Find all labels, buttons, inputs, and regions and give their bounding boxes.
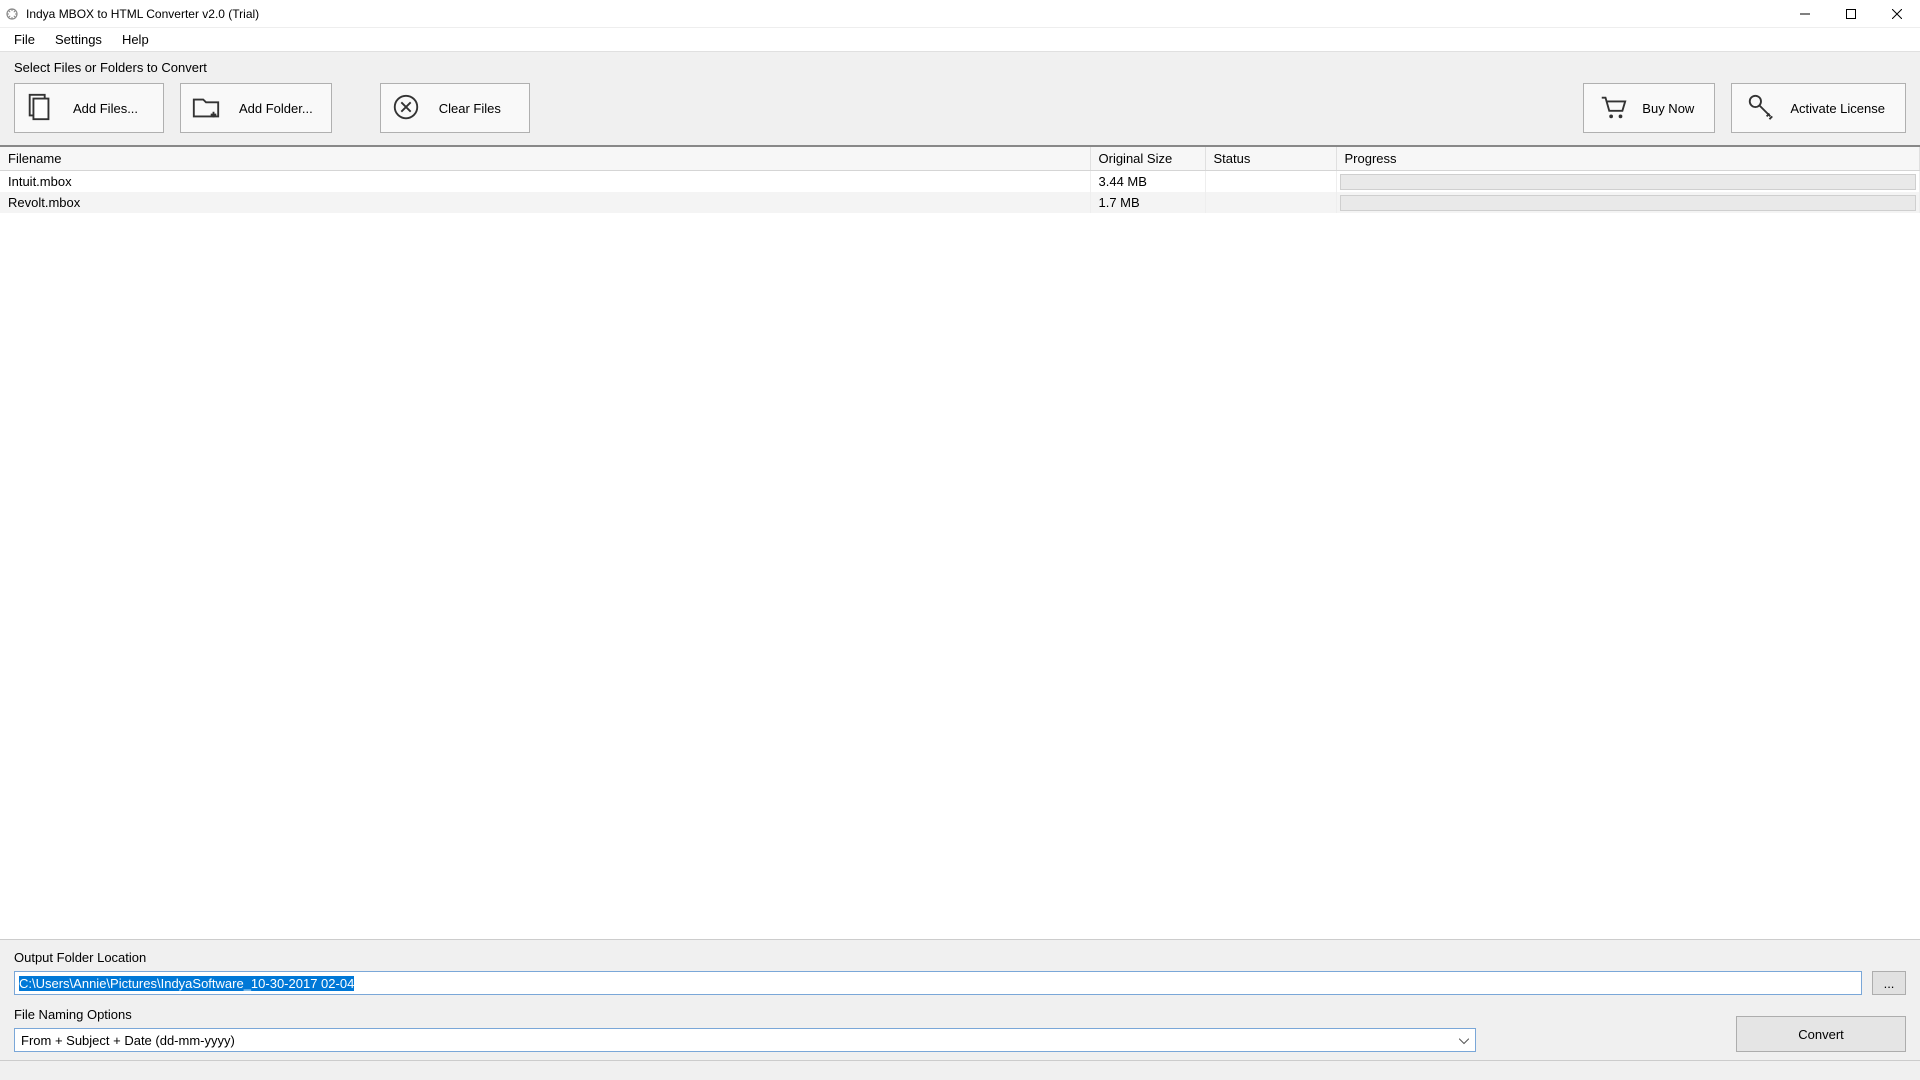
- app-icon: [4, 6, 20, 22]
- buy-now-button[interactable]: Buy Now: [1583, 83, 1715, 133]
- progress-bar: [1340, 195, 1917, 211]
- clear-files-label: Clear Files: [439, 101, 501, 116]
- col-original-size[interactable]: Original Size: [1090, 147, 1205, 171]
- naming-value: From + Subject + Date (dd-mm-yyyy): [21, 1033, 235, 1048]
- toolbar-panel: Select Files or Folders to Convert Add F…: [0, 52, 1920, 147]
- cell-filename: Revolt.mbox: [0, 192, 1090, 213]
- bottom-panel: Output Folder Location C:\Users\Annie\Pi…: [0, 939, 1920, 1060]
- maximize-button[interactable]: [1828, 0, 1874, 28]
- clear-files-button[interactable]: Clear Files: [380, 83, 530, 133]
- cell-progress: [1336, 171, 1920, 193]
- col-status[interactable]: Status: [1205, 147, 1336, 171]
- col-progress[interactable]: Progress: [1336, 147, 1920, 171]
- col-filename[interactable]: Filename: [0, 147, 1090, 171]
- cell-status: [1205, 192, 1336, 213]
- cell-size: 3.44 MB: [1090, 171, 1205, 193]
- table-row[interactable]: Revolt.mbox 1.7 MB: [0, 192, 1920, 213]
- statusbar: [0, 1060, 1920, 1080]
- buy-now-label: Buy Now: [1642, 101, 1694, 116]
- convert-button[interactable]: Convert: [1736, 1016, 1906, 1052]
- add-folder-label: Add Folder...: [239, 101, 313, 116]
- naming-dropdown[interactable]: From + Subject + Date (dd-mm-yyyy): [14, 1028, 1476, 1052]
- folder-add-icon: [191, 92, 221, 125]
- menubar: File Settings Help: [0, 28, 1920, 52]
- output-folder-label: Output Folder Location: [14, 950, 1906, 965]
- menu-help[interactable]: Help: [112, 30, 159, 49]
- minimize-button[interactable]: [1782, 0, 1828, 28]
- browse-label: ...: [1884, 976, 1895, 991]
- add-folder-button[interactable]: Add Folder...: [180, 83, 332, 133]
- files-icon: [25, 92, 55, 125]
- window-title: Indya MBOX to HTML Converter v2.0 (Trial…: [26, 7, 259, 21]
- output-folder-value: C:\Users\Annie\Pictures\IndyaSoftware_10…: [19, 976, 354, 991]
- file-table-area: Filename Original Size Status Progress I…: [0, 147, 1920, 939]
- menu-settings[interactable]: Settings: [45, 30, 112, 49]
- convert-label: Convert: [1798, 1027, 1844, 1042]
- titlebar: Indya MBOX to HTML Converter v2.0 (Trial…: [0, 0, 1920, 28]
- chevron-down-icon: [1459, 1033, 1469, 1048]
- key-icon: [1746, 92, 1776, 125]
- table-row[interactable]: Intuit.mbox 3.44 MB: [0, 171, 1920, 193]
- add-files-button[interactable]: Add Files...: [14, 83, 164, 133]
- activate-label: Activate License: [1790, 101, 1885, 116]
- cell-status: [1205, 171, 1336, 193]
- progress-bar: [1340, 174, 1917, 190]
- add-files-label: Add Files...: [73, 101, 138, 116]
- browse-button[interactable]: ...: [1872, 971, 1906, 995]
- naming-label: File Naming Options: [14, 1007, 1476, 1022]
- activate-license-button[interactable]: Activate License: [1731, 83, 1906, 133]
- close-button[interactable]: [1874, 0, 1920, 28]
- cart-icon: [1598, 92, 1628, 125]
- file-table: Filename Original Size Status Progress I…: [0, 147, 1920, 213]
- cell-filename: Intuit.mbox: [0, 171, 1090, 193]
- cell-size: 1.7 MB: [1090, 192, 1205, 213]
- cell-progress: [1336, 192, 1920, 213]
- toolbar-section-label: Select Files or Folders to Convert: [14, 60, 1906, 75]
- menu-file[interactable]: File: [4, 30, 45, 49]
- clear-icon: [391, 92, 421, 125]
- output-folder-input[interactable]: C:\Users\Annie\Pictures\IndyaSoftware_10…: [14, 971, 1862, 995]
